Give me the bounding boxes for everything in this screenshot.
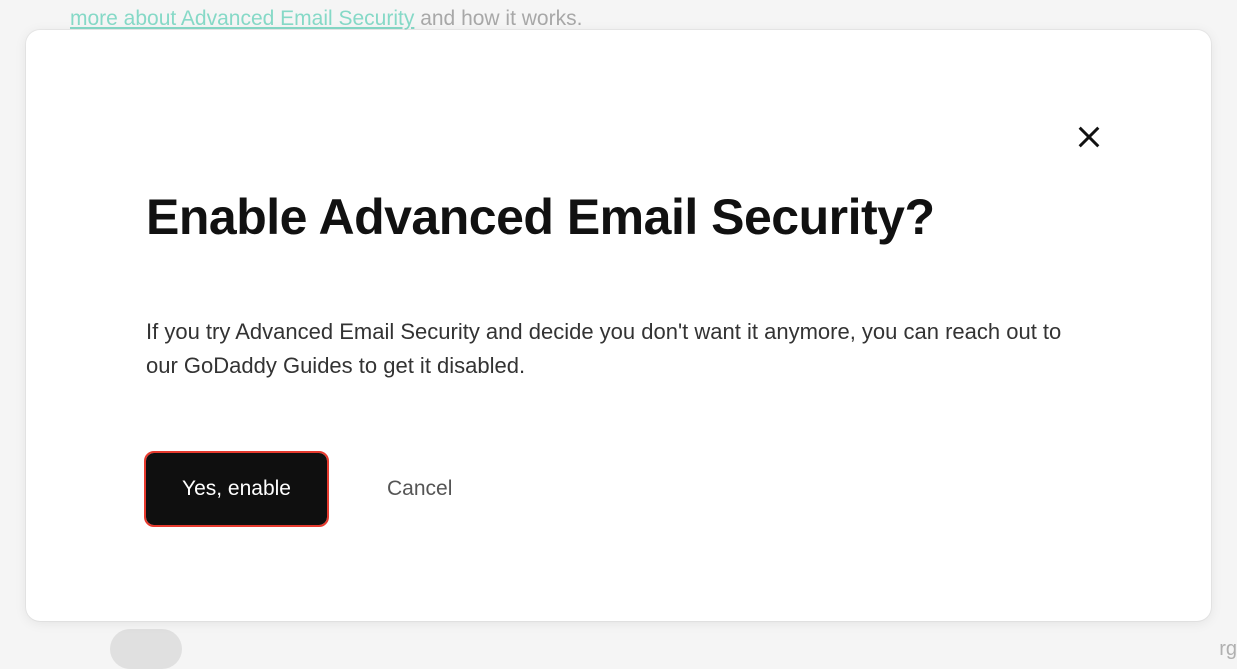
background-toggle bbox=[110, 629, 182, 669]
cancel-button[interactable]: Cancel bbox=[387, 477, 452, 501]
close-button[interactable] bbox=[1067, 115, 1111, 159]
modal-body-text: If you try Advanced Email Security and d… bbox=[146, 315, 1086, 383]
background-page-text: more about Advanced Email Security and h… bbox=[0, 0, 1237, 33]
confirm-enable-button[interactable]: Yes, enable bbox=[146, 453, 327, 525]
background-link: more about Advanced Email Security bbox=[70, 7, 414, 30]
close-icon bbox=[1075, 123, 1103, 151]
confirmation-modal: Enable Advanced Email Security? If you t… bbox=[26, 30, 1211, 621]
background-right-fragment: rg bbox=[1219, 638, 1237, 661]
modal-button-row: Yes, enable Cancel bbox=[146, 453, 1091, 525]
background-trailing: and how it works. bbox=[414, 7, 582, 30]
modal-title: Enable Advanced Email Security? bbox=[146, 190, 1091, 245]
